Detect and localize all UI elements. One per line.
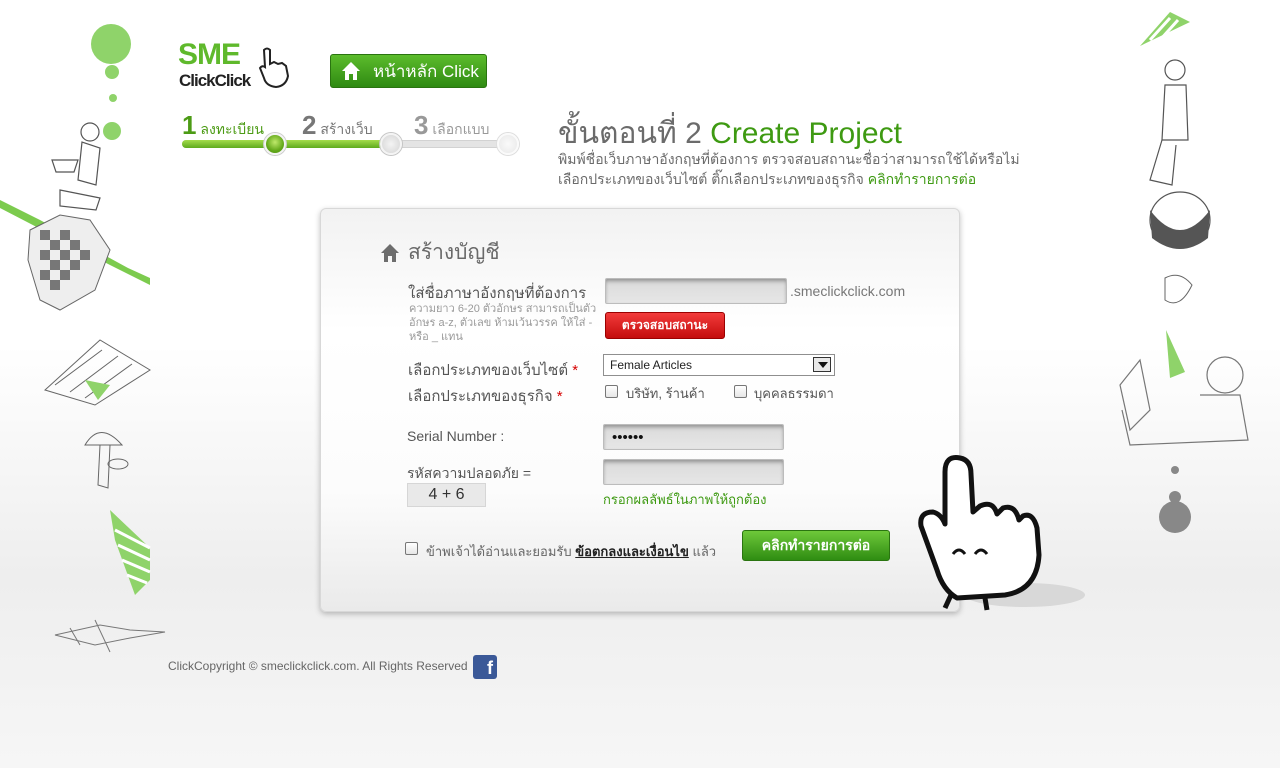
- site-type-selected-value: Female Articles: [610, 358, 693, 372]
- site-type-label: เลือกประเภทของเว็บไซต์ *: [408, 358, 578, 382]
- instruction-text: เลือกประเภทของเว็บไซต์ ติ๊กเลือกประเภทขอ…: [558, 171, 868, 187]
- logo-text-clickclick: ClickClick: [179, 71, 251, 90]
- captcha-question: 4 + 6: [407, 483, 486, 507]
- step-progress-fill: [182, 140, 394, 148]
- business-type-individual-checkbox[interactable]: [734, 385, 747, 398]
- domain-suffix: .smeclickclick.com: [790, 283, 906, 299]
- home-button-label: หน้าหลัก Click: [373, 61, 479, 81]
- step-3-choose-design: 3 เลือกแบบ: [414, 110, 489, 141]
- facebook-icon[interactable]: f: [473, 655, 497, 679]
- instruction-continue-link[interactable]: คลิกทำรายการต่อ: [868, 171, 976, 187]
- captcha-hint: กรอกผลลัพธ์ในภาพให้ถูกต้อง: [603, 492, 767, 507]
- cartoon-hand-illustration: [918, 455, 1085, 611]
- agree-suffix: แล้ว: [688, 544, 717, 559]
- right-decoration-illustrations: [1119, 12, 1249, 533]
- step-label: สร้างเว็บ: [320, 121, 373, 137]
- home-icon: [381, 243, 399, 262]
- step-number: 1: [182, 110, 197, 140]
- agree-prefix: ข้าพเจ้าได้อ่านและยอมรับ: [426, 544, 576, 559]
- form-title-text: สร้างบัญชี: [408, 241, 500, 264]
- agree-terms-checkbox[interactable]: [405, 542, 418, 555]
- page-title-thai: ขั้นตอนที่ 2: [558, 117, 711, 150]
- sme-clickclick-logo[interactable]: SME ClickClick: [178, 38, 298, 92]
- serial-number-label: Serial Number :: [407, 428, 505, 444]
- terms-link[interactable]: ข้อตกลงและเงื่อนไข: [575, 544, 689, 559]
- logo-text-sme: SME: [178, 38, 241, 71]
- left-decoration-illustrations: [0, 24, 166, 653]
- captcha-label: รหัสความปลอดภัย =: [407, 465, 532, 481]
- home-button[interactable]: หน้าหลัก Click: [330, 54, 487, 88]
- business-type-label: เลือกประเภทของธุรกิจ *: [408, 384, 563, 408]
- footer-copyright: ClickCopyright © smeclickclick.com. All …: [168, 659, 468, 673]
- page-title-english: Create Project: [710, 117, 902, 150]
- step-1-marker: [264, 133, 286, 155]
- required-mark: *: [572, 362, 579, 379]
- site-name-input[interactable]: [605, 278, 787, 304]
- site-name-hint: ความยาว 6-20 ตัวอักษร สามารถเป็นตัวอักษร…: [409, 303, 597, 343]
- step-label: เลือกแบบ: [432, 121, 490, 137]
- continue-button[interactable]: คลิกทำรายการต่อ: [742, 530, 890, 561]
- form-title: สร้างบัญชี: [380, 236, 500, 269]
- home-icon: [342, 62, 360, 80]
- required-mark: *: [556, 388, 563, 405]
- serial-number-input[interactable]: [603, 424, 784, 450]
- chevron-down-icon[interactable]: [813, 357, 831, 372]
- step-label: ลงทะเบียน: [200, 121, 264, 137]
- step-2-create-site: 2 สร้างเว็บ: [302, 110, 373, 141]
- check-availability-button[interactable]: ตรวจสอบสถานะ: [605, 312, 725, 339]
- instruction-line-2: เลือกประเภทของเว็บไซต์ ติ๊กเลือกประเภทขอ…: [558, 169, 976, 191]
- captcha-answer-input[interactable]: [603, 459, 784, 485]
- business-type-company-checkbox[interactable]: [605, 385, 618, 398]
- step-number: 3: [414, 110, 429, 140]
- site-type-label-text: เลือกประเภทของเว็บไซต์: [408, 362, 569, 379]
- business-type-individual-label: บุคคลธรรมดา: [754, 386, 834, 401]
- instruction-line-1: พิมพ์ชื่อเว็บภาษาอังกฤษที่ต้องการ ตรวจสอ…: [558, 151, 1020, 167]
- step-1-register: 1 ลงทะเบียน: [182, 110, 264, 141]
- business-type-company-label: บริษัท, ร้านค้า: [626, 386, 705, 401]
- step-3-marker: [497, 133, 519, 155]
- hand-pointer-icon: [258, 47, 290, 89]
- step-2-marker: [380, 133, 402, 155]
- agree-terms-text: ข้าพเจ้าได้อ่านและยอมรับ ข้อตกลงและเงื่อ…: [426, 541, 716, 562]
- site-type-select[interactable]: Female Articles: [603, 354, 835, 376]
- step-number: 2: [302, 110, 317, 140]
- business-type-label-text: เลือกประเภทของธุรกิจ: [408, 388, 553, 405]
